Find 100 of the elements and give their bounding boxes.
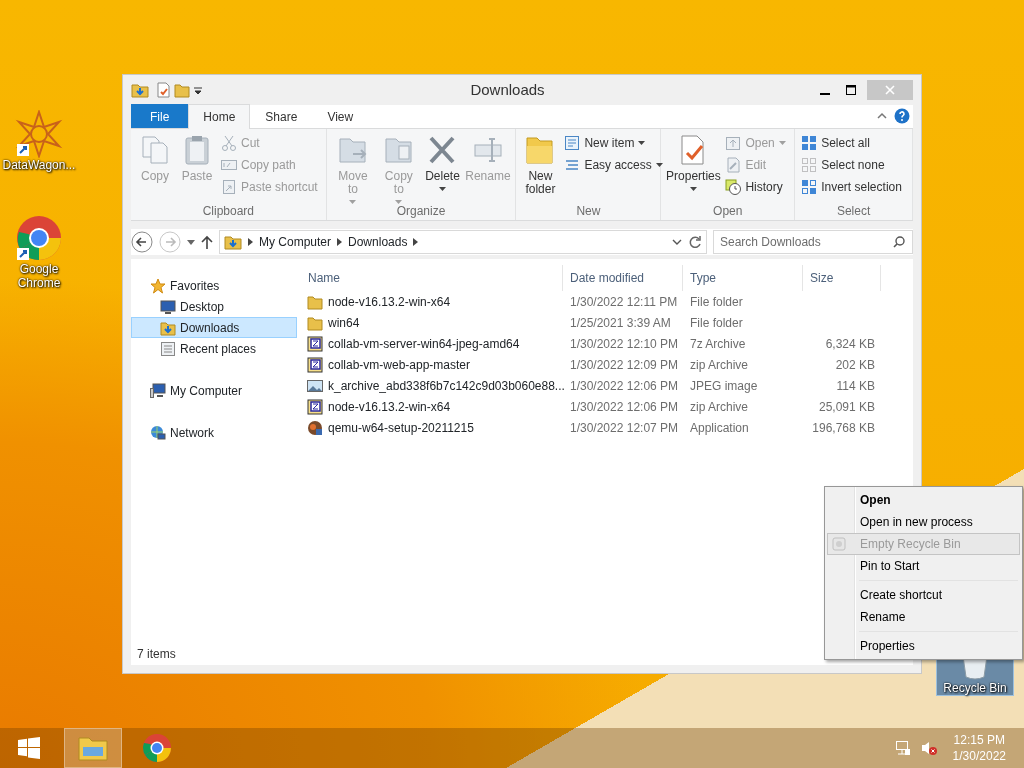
dropdown-caret-icon (638, 141, 646, 145)
ribbon-button[interactable]: Delete (422, 132, 463, 202)
file-type: File folder (689, 314, 744, 332)
ribbon-button[interactable]: Select none (799, 154, 904, 176)
ribbon-button[interactable]: New item (562, 132, 665, 154)
up-arrow-icon[interactable] (201, 235, 213, 249)
ribbon-button[interactable]: Select all (799, 132, 904, 154)
file-name[interactable]: qemu-w64-setup-20211215 (328, 418, 474, 437)
nav-item-label[interactable]: Network (170, 423, 214, 442)
archive-icon (307, 398, 323, 415)
file-type: File folder (689, 293, 744, 311)
recent-places-icon (160, 340, 176, 357)
dotted-grid-icon (801, 157, 818, 173)
date-modified: 1/30/2022 12:06 PM (569, 377, 680, 395)
date-modified: 1/30/2022 12:07 PM (569, 419, 680, 437)
page-check-icon[interactable] (155, 82, 171, 98)
column-header[interactable]: Type (683, 265, 803, 291)
folder-icon (78, 735, 108, 761)
folder-icon (307, 293, 323, 310)
ribbon-button[interactable]: Properties (665, 132, 722, 202)
nav-item[interactable]: Network (131, 422, 297, 443)
dropdown-caret-icon (349, 200, 357, 204)
window-title: Downloads (470, 79, 545, 100)
nav-item-label[interactable]: Recent places (180, 339, 257, 358)
column-header[interactable]: Date modified (563, 265, 683, 291)
file-type: 7z Archive (689, 335, 747, 353)
back-icon[interactable] (131, 231, 153, 253)
folder-arrow-icon (224, 234, 242, 250)
date-modified: 1/25/2021 3:39 AM (569, 314, 672, 332)
clock-icon (725, 179, 742, 195)
folder-icon (307, 314, 323, 331)
column-header[interactable]: Size (803, 265, 881, 291)
menu-item[interactable]: Pin to Start (827, 555, 1020, 577)
ribbon-tab[interactable]: View (312, 104, 369, 128)
column-header[interactable]: Name (301, 265, 563, 291)
edit-icon (725, 157, 742, 173)
menu-item[interactable]: Open in new process (827, 511, 1020, 533)
desktop-icon-label: Google Chrome (16, 262, 62, 290)
breadcrumb-item[interactable]: My Computer (259, 233, 332, 251)
dropdown-caret-icon (689, 187, 697, 191)
file-name[interactable]: node-v16.13.2-win-x64 (328, 292, 451, 311)
nav-item-label[interactable]: My Computer (170, 381, 243, 400)
dropdown-caret-icon[interactable] (187, 239, 195, 245)
ribbon-tab[interactable]: File (131, 104, 189, 128)
shortcut-icon (221, 179, 237, 195)
ribbon-button[interactable]: History (723, 176, 788, 198)
ribbon-group-label: Clipboard (201, 203, 256, 220)
date-modified: 1/30/2022 12:09 PM (569, 356, 680, 374)
file-name[interactable]: node-v16.13.2-win-x64 (328, 397, 451, 416)
ribbon-button[interactable]: Invert selection (799, 176, 904, 198)
file-type: JPEG image (689, 377, 759, 395)
path-icon (221, 157, 237, 173)
ribbon-tab[interactable]: Home (188, 104, 251, 129)
network-icon (150, 424, 166, 441)
ribbon-button[interactable]: Easy access (562, 154, 665, 176)
nav-item-highlight[interactable]: Downloads (131, 317, 297, 338)
search-field[interactable]: Search Downloads (713, 230, 913, 254)
file-name[interactable]: k_archive_abd338f6b7c142c9d03b060e88... (328, 376, 565, 395)
menu-item[interactable]: Rename (827, 606, 1020, 628)
nav-item-label[interactable]: Downloads (180, 318, 240, 337)
monitor-icon (160, 298, 176, 315)
open-icon (725, 135, 742, 151)
nav-item-label[interactable]: Favorites (170, 276, 220, 295)
dropdown-caret-icon (439, 187, 446, 191)
folder-icon (160, 319, 176, 336)
speaker-muted-icon[interactable] (920, 740, 937, 756)
menu-item[interactable]: Open (827, 489, 1020, 511)
chevron-right-icon (248, 238, 253, 246)
breadcrumb-item[interactable]: Downloads (348, 233, 408, 251)
dropdown-caret-icon (395, 200, 403, 204)
chevron-right-icon (337, 238, 343, 246)
folder-arrow-icon[interactable] (131, 82, 149, 98)
file-name[interactable]: collab-vm-web-app-master (328, 355, 471, 374)
grid-icon (801, 135, 818, 151)
ribbon-group-label: Select (835, 203, 872, 220)
network-icon[interactable] (894, 740, 911, 756)
round-logo-icon (142, 733, 172, 763)
file-size: 114 KB (836, 378, 875, 393)
file-type: zip Archive (689, 356, 750, 374)
dropdown-caret-icon (778, 141, 786, 145)
address-bar[interactable]: My Computer Downloads (219, 230, 707, 254)
app-icon (307, 419, 323, 436)
ribbon-tab[interactable]: Share (250, 104, 313, 128)
search-icon[interactable] (893, 236, 905, 248)
menu-item[interactable]: Create shortcut (827, 584, 1020, 606)
desktop-icon-label: DataWagon... (2, 158, 76, 172)
help-icon[interactable] (894, 108, 910, 124)
nav-item[interactable]: Favorites (131, 275, 297, 296)
date-modified: 1/30/2022 12:06 PM (569, 398, 680, 416)
new-item-icon (564, 135, 581, 151)
file-size: 25,091 KB (818, 399, 875, 414)
ribbon-button[interactable]: New folder (520, 132, 561, 202)
file-name[interactable]: collab-vm-server-win64-jpeg-amd64 (328, 334, 520, 353)
file-size: 6,324 KB (825, 336, 875, 351)
nav-item-label[interactable]: Desktop (180, 297, 225, 316)
nav-item[interactable]: My Computer (131, 380, 297, 401)
close-icon (885, 85, 895, 95)
file-size: 196,768 KB (812, 420, 875, 435)
list-icon (564, 157, 581, 173)
file-name[interactable]: win64 (328, 313, 360, 332)
